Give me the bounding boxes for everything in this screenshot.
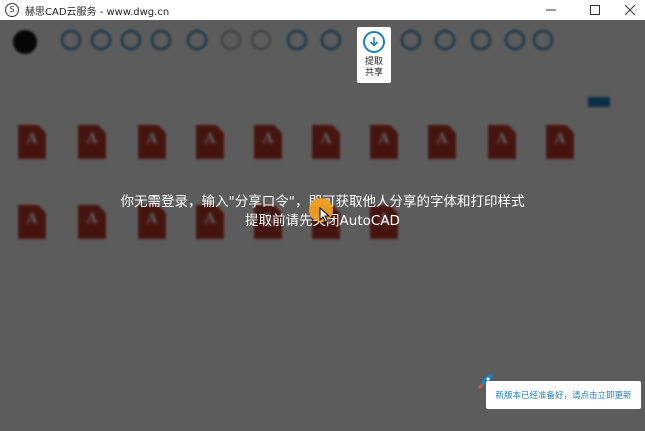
close-icon xyxy=(625,5,635,15)
update-notice[interactable]: 新版本已经准备好，请点击立即更新 xyxy=(486,381,641,409)
minimize-button[interactable] xyxy=(532,0,570,20)
update-notice-text: 新版本已经准备好，请点击立即更新 xyxy=(495,391,632,401)
cursor-icon xyxy=(319,207,331,223)
app-logo-icon: S xyxy=(5,3,19,17)
title-bar: S 赫思CAD云服务 - www.dwg.cn xyxy=(0,0,645,20)
extract-share-label: 提取 共享 xyxy=(364,57,383,78)
close-button[interactable] xyxy=(611,0,645,20)
window-title: 赫思CAD云服务 - www.dwg.cn xyxy=(25,6,170,18)
maximize-button[interactable] xyxy=(576,0,614,20)
download-icon xyxy=(363,31,385,53)
maximize-icon xyxy=(590,5,600,15)
extract-share-button[interactable]: 提取 共享 xyxy=(357,27,391,83)
minimize-icon xyxy=(546,9,556,11)
